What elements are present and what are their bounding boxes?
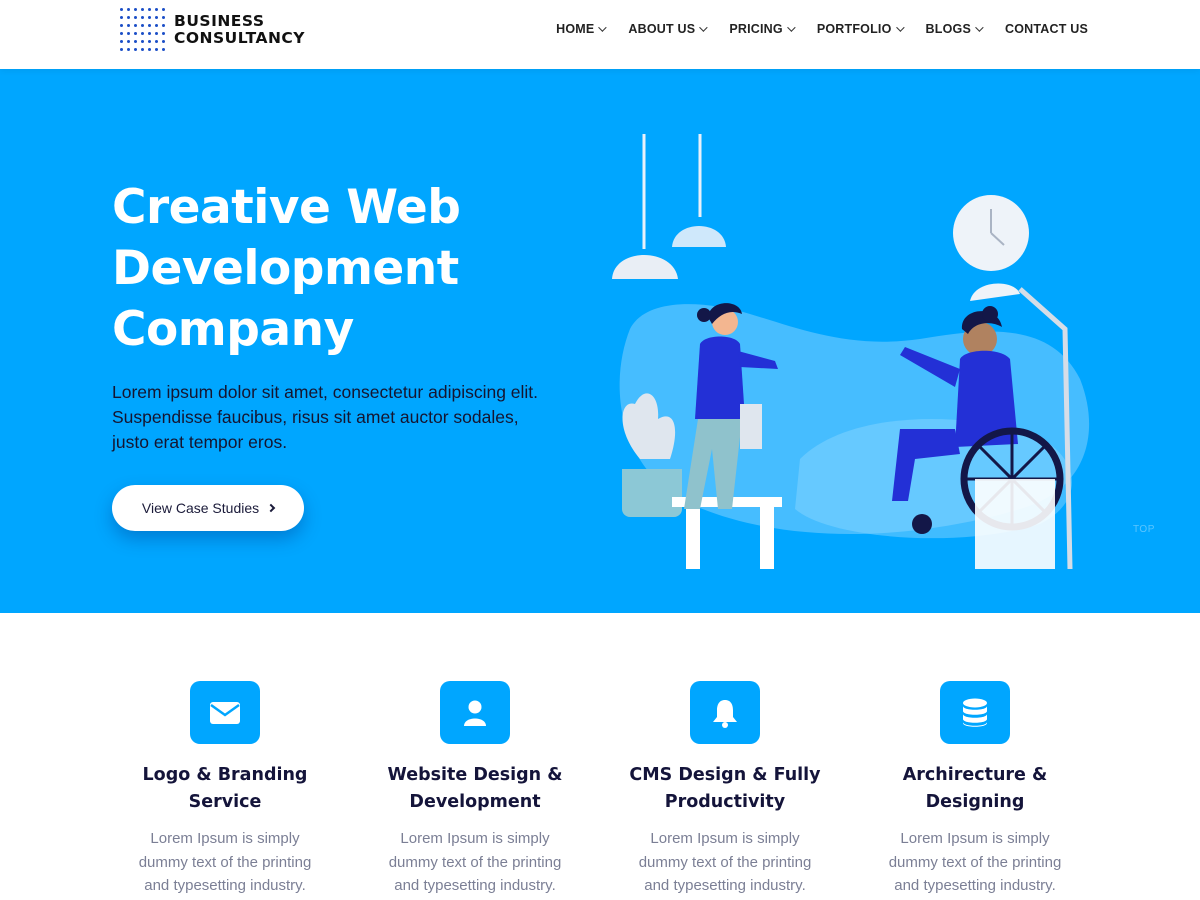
nav-item-label: HOME xyxy=(556,22,595,36)
user-icon xyxy=(464,700,486,726)
service-title-line: CMS Design & Fully xyxy=(629,765,821,785)
service-card: Archirecture & Designing Lorem Ipsum is … xyxy=(865,681,1085,898)
nav-item-about-us[interactable]: ABOUT US xyxy=(628,22,708,36)
nav-item-contact-us[interactable]: CONTACT US xyxy=(1005,22,1088,36)
service-desc-line: Lorem Ipsum is simply xyxy=(400,830,550,847)
service-icon-box[interactable] xyxy=(190,681,260,744)
nav-item-label: PRICING xyxy=(729,22,783,36)
service-desc-line: Lorem Ipsum is simply xyxy=(900,830,1050,847)
service-title-line: Logo & Branding xyxy=(142,765,308,785)
chevron-right-icon xyxy=(266,503,276,513)
service-title-line: Archirecture & xyxy=(902,765,1048,785)
service-desc-line: and typesetting industry. xyxy=(394,877,556,894)
nav-item-pricing[interactable]: PRICING xyxy=(729,22,796,36)
service-description: Lorem Ipsum is simply dummy text of the … xyxy=(615,827,835,898)
chevron-down-icon xyxy=(895,23,905,32)
service-title-line: Development xyxy=(409,792,541,812)
bell-icon xyxy=(713,699,737,728)
service-icon-box[interactable] xyxy=(690,681,760,744)
view-case-studies-button[interactable]: View Case Studies xyxy=(112,485,304,531)
hero-description-line: justo erat tempor eros. xyxy=(112,432,288,452)
service-desc-line: and typesetting industry. xyxy=(894,877,1056,894)
envelope-icon xyxy=(210,701,240,724)
lamp-icon xyxy=(612,255,678,279)
nav-item-label: ABOUT US xyxy=(628,22,696,36)
hero-description: Lorem ipsum dolor sit amet, consectetur … xyxy=(112,380,592,455)
service-title[interactable]: Logo & Branding Service xyxy=(115,762,335,816)
hero-title-line: Company xyxy=(112,302,354,357)
service-title-line: Productivity xyxy=(664,792,786,812)
database-icon xyxy=(963,698,987,727)
office-illustration xyxy=(612,134,1090,570)
nav-item-label: PORTFOLIO xyxy=(816,22,892,36)
service-description: Lorem Ipsum is simply dummy text of the … xyxy=(865,827,1085,898)
service-description: Lorem Ipsum is simply dummy text of the … xyxy=(365,827,585,898)
lamp-icon xyxy=(672,226,726,247)
service-desc-line: Lorem Ipsum is simply xyxy=(650,830,800,847)
service-card: CMS Design & Fully Productivity Lorem Ip… xyxy=(615,681,835,898)
nav-item-blogs[interactable]: BLOGS xyxy=(925,22,984,36)
service-title-line: Service xyxy=(188,792,262,812)
chevron-down-icon xyxy=(699,23,708,32)
hero-description-line: Lorem ipsum dolor sit amet, consectetur … xyxy=(112,382,539,402)
services-section: Logo & Branding Service Lorem Ipsum is s… xyxy=(0,613,1200,900)
service-card: Website Design & Development Lorem Ipsum… xyxy=(365,681,585,898)
main-nav: HOME ABOUT US PRICING PORTFOLIO BLOGS CO… xyxy=(532,22,1088,36)
service-desc-line: dummy text of the printing xyxy=(638,853,812,871)
service-desc-line: Lorem Ipsum is simply xyxy=(150,830,300,847)
chevron-down-icon xyxy=(786,23,796,32)
chevron-down-icon xyxy=(598,23,608,32)
service-title[interactable]: Website Design & Development xyxy=(365,762,585,816)
hero-title-line: Development xyxy=(112,241,459,296)
service-icon-box[interactable] xyxy=(940,681,1010,744)
site-header: BUSINESS CONSULTANCY HOME ABOUT US PRICI… xyxy=(0,0,1200,69)
service-desc-line: dummy text of the printing xyxy=(138,853,312,871)
service-title-line: Designing xyxy=(925,792,1025,812)
back-to-top-link[interactable]: TOP xyxy=(1133,524,1155,535)
service-title-line: Website Design & xyxy=(387,765,563,785)
logo-dots-icon xyxy=(118,6,166,54)
brand-line-2: CONSULTANCY xyxy=(174,29,306,47)
brand-name: BUSINESS CONSULTANCY xyxy=(174,13,305,47)
chevron-down-icon xyxy=(975,23,984,32)
hero-title-line: Creative Web xyxy=(112,180,461,235)
nav-item-home[interactable]: HOME xyxy=(556,22,608,36)
service-title[interactable]: Archirecture & Designing xyxy=(865,762,1085,816)
nav-item-label: BLOGS xyxy=(925,22,971,36)
brand-line-1: BUSINESS xyxy=(174,12,265,30)
service-description: Lorem Ipsum is simply dummy text of the … xyxy=(115,827,335,898)
hero-title: Creative Web Development Company xyxy=(112,177,552,360)
service-icon-box[interactable] xyxy=(440,681,510,744)
nav-item-label: CONTACT US xyxy=(1004,22,1088,36)
service-desc-line: and typesetting industry. xyxy=(144,877,306,894)
service-title[interactable]: CMS Design & Fully Productivity xyxy=(615,762,835,816)
service-desc-line: and typesetting industry. xyxy=(644,877,806,894)
nav-item-portfolio[interactable]: PORTFOLIO xyxy=(816,22,905,36)
service-desc-line: dummy text of the printing xyxy=(388,853,562,871)
button-label: View Case Studies xyxy=(141,500,260,516)
service-desc-line: dummy text of the printing xyxy=(888,853,1062,871)
hero-description-line: Suspendisse faucibus, risus sit amet auc… xyxy=(112,407,519,427)
brand-logo[interactable]: BUSINESS CONSULTANCY xyxy=(118,6,305,54)
hero-section: Creative Web Development Company Lorem i… xyxy=(0,69,1200,613)
service-card: Logo & Branding Service Lorem Ipsum is s… xyxy=(115,681,335,898)
